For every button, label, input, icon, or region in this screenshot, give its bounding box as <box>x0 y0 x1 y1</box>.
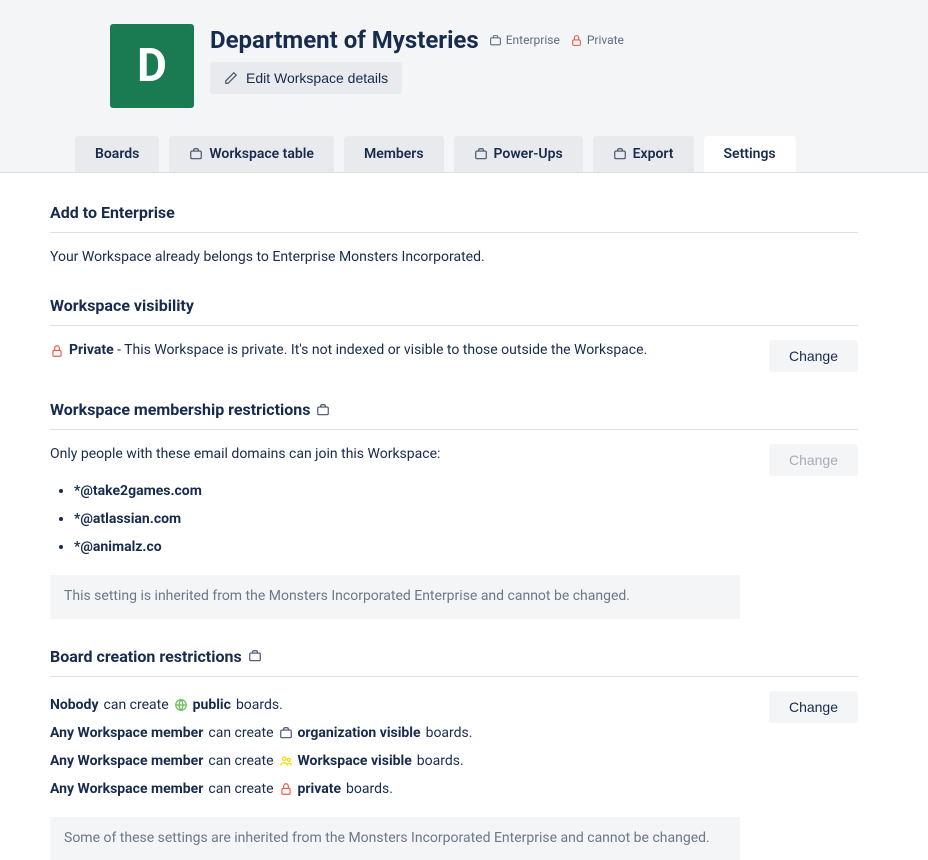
globe-icon <box>174 698 188 712</box>
board-creation-inherited-note: Some of these settings are inherited fro… <box>50 817 740 860</box>
membership-inherited-note: This setting is inherited from the Monst… <box>50 575 740 619</box>
tab-powerups[interactable]: Power-Ups <box>454 136 583 172</box>
tabs: Boards Workspace table Members Power-Ups… <box>0 108 928 172</box>
rule-scope: organization visible <box>298 719 421 747</box>
tab-settings[interactable]: Settings <box>704 136 796 172</box>
membership-intro: Only people with these email domains can… <box>50 444 440 465</box>
title-row: Department of Mysteries Enterprise Priva… <box>210 26 624 54</box>
visibility-label: Private <box>69 342 114 358</box>
rule-verb: can create <box>104 691 169 719</box>
privacy-badge: Private <box>570 33 624 47</box>
list-item: *@take2games.com <box>74 477 440 505</box>
lock-icon <box>279 782 293 796</box>
section-board-creation-heading-text: Board creation restrictions <box>50 647 242 666</box>
pencil-icon <box>224 71 238 85</box>
lock-icon <box>570 34 583 47</box>
section-membership-heading-text: Workspace membership restrictions <box>50 400 310 419</box>
section-enterprise-text: Your Workspace already belongs to Enterp… <box>50 247 858 268</box>
briefcase-icon <box>474 147 488 161</box>
board-creation-change-button[interactable]: Change <box>769 691 858 723</box>
settings-content: Add to Enterprise Your Workspace already… <box>0 173 928 860</box>
enterprise-badge-label: Enterprise <box>506 33 560 47</box>
header-right: Department of Mysteries Enterprise Priva… <box>210 24 624 94</box>
workspace-avatar: D <box>110 24 194 108</box>
membership-change-button: Change <box>769 444 858 476</box>
briefcase-icon <box>613 147 627 161</box>
tab-powerups-label: Power-Ups <box>494 146 563 162</box>
tab-boards-label: Boards <box>95 146 139 162</box>
section-visibility-heading-text: Workspace visibility <box>50 296 194 315</box>
membership-row: Only people with these email domains can… <box>50 444 858 575</box>
briefcase-icon <box>279 726 293 740</box>
workspace-header: D Department of Mysteries Enterprise Pri… <box>0 0 928 173</box>
section-enterprise: Add to Enterprise Your Workspace already… <box>50 203 858 268</box>
tab-members-label: Members <box>364 146 424 162</box>
section-board-creation: Board creation restrictions Nobody can c… <box>50 647 858 860</box>
rule-suffix: boards. <box>346 775 393 803</box>
list-item: *@atlassian.com <box>74 505 440 533</box>
section-enterprise-heading-text: Add to Enterprise <box>50 203 175 222</box>
rule-suffix: boards. <box>426 719 473 747</box>
rule-who: Any Workspace member <box>50 747 203 775</box>
edit-workspace-label: Edit Workspace details <box>246 70 388 86</box>
rule-scope: public <box>193 691 231 719</box>
privacy-badge-label: Private <box>587 33 624 47</box>
visibility-text: Private - This Workspace is private. It'… <box>50 340 647 361</box>
briefcase-icon <box>248 649 262 663</box>
tab-settings-label: Settings <box>724 146 776 162</box>
tab-boards[interactable]: Boards <box>75 136 159 172</box>
rule-verb: can create <box>208 719 273 747</box>
domain-list: *@take2games.com *@atlassian.com *@anima… <box>74 477 440 561</box>
tab-workspace-table-label: Workspace table <box>209 146 314 162</box>
board-creation-rules: Nobody can create public boards. Any Wor… <box>50 691 472 803</box>
visibility-change-button[interactable]: Change <box>769 340 858 372</box>
people-icon <box>279 754 293 768</box>
visibility-row: Private - This Workspace is private. It'… <box>50 340 858 372</box>
rule-suffix: boards. <box>417 747 464 775</box>
rule-private: Any Workspace member can create private … <box>50 775 472 803</box>
briefcase-icon <box>489 34 502 47</box>
tab-members[interactable]: Members <box>344 136 444 172</box>
section-membership: Workspace membership restrictions Only p… <box>50 400 858 619</box>
tab-workspace-table[interactable]: Workspace table <box>169 136 334 172</box>
enterprise-badge: Enterprise <box>489 33 560 47</box>
section-visibility-heading: Workspace visibility <box>50 296 858 326</box>
section-board-creation-heading: Board creation restrictions <box>50 647 858 677</box>
workspace-title: Department of Mysteries <box>210 26 479 54</box>
header-inner: D Department of Mysteries Enterprise Pri… <box>0 24 928 108</box>
tab-export[interactable]: Export <box>593 136 694 172</box>
rule-who: Any Workspace member <box>50 775 203 803</box>
tab-export-label: Export <box>633 146 674 162</box>
rule-who: Any Workspace member <box>50 719 203 747</box>
rule-workspace-visible: Any Workspace member can create Workspac… <box>50 747 472 775</box>
rule-scope: private <box>298 775 341 803</box>
rule-public: Nobody can create public boards. <box>50 691 472 719</box>
membership-body: Only people with these email domains can… <box>50 444 440 575</box>
visibility-desc: - This Workspace is private. It's not in… <box>114 342 648 358</box>
briefcase-icon <box>316 403 330 417</box>
board-creation-row: Nobody can create public boards. Any Wor… <box>50 691 858 803</box>
rule-verb: can create <box>208 747 273 775</box>
rule-who: Nobody <box>50 691 99 719</box>
section-membership-heading: Workspace membership restrictions <box>50 400 858 430</box>
briefcase-icon <box>189 147 203 161</box>
section-enterprise-heading: Add to Enterprise <box>50 203 858 233</box>
rule-verb: can create <box>208 775 273 803</box>
section-visibility: Workspace visibility Private - This Work… <box>50 296 858 372</box>
list-item: *@animalz.co <box>74 533 440 561</box>
lock-icon <box>50 344 64 358</box>
rule-scope: Workspace visible <box>298 747 412 775</box>
edit-workspace-button[interactable]: Edit Workspace details <box>210 62 402 94</box>
rule-org-visible: Any Workspace member can create organiza… <box>50 719 472 747</box>
rule-suffix: boards. <box>236 691 283 719</box>
